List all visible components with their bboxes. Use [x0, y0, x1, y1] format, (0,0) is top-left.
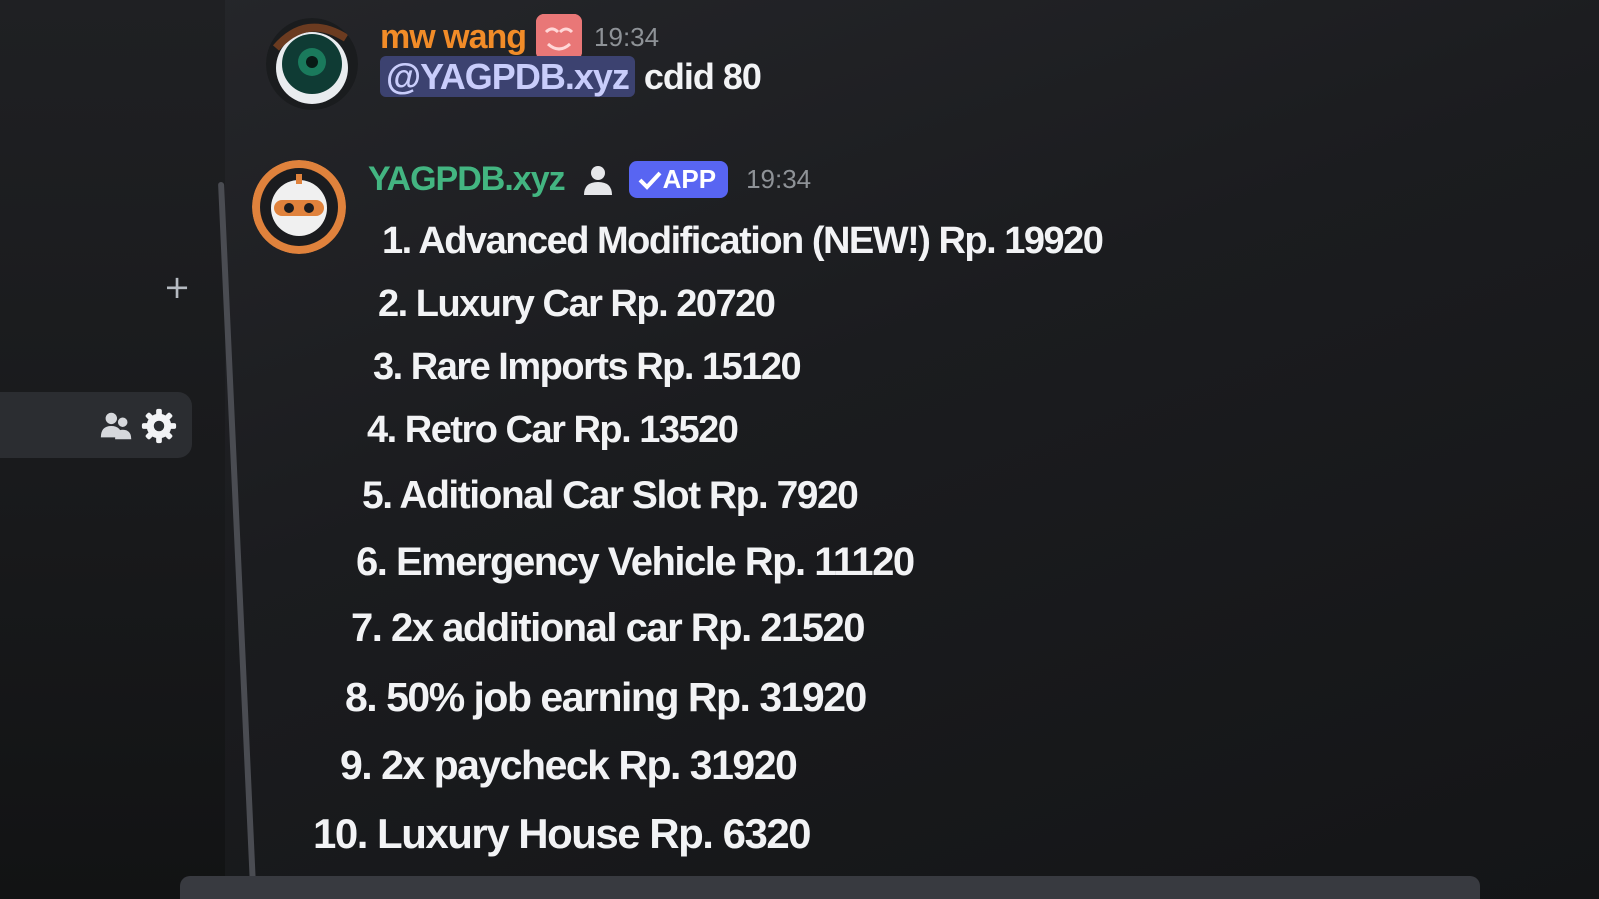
list-item: 10. Luxury House Rp. 6320	[313, 810, 812, 857]
message-input-bar[interactable]	[180, 876, 1480, 899]
timestamp: 19:34	[594, 21, 660, 52]
discord-window: + mw wang 19:34 @YAGPDB.xyz cdid 80 YAGP…	[0, 0, 1599, 899]
app-badge: APP	[628, 161, 729, 198]
message-content: @YAGPDB.xyz cdid 80	[380, 56, 762, 98]
list-item: 4. Retro Car Rp. 13520	[367, 409, 739, 451]
emoji-badge	[536, 14, 583, 60]
list-item: 5. Aditional Car Slot Rp. 7920	[362, 474, 859, 517]
list-item: 7. 2x additional car Rp. 21520	[351, 606, 866, 650]
list-item: 1. Advanced Modification (NEW!) Rp. 1992…	[382, 220, 1104, 262]
message-text: cdid 80	[643, 56, 762, 97]
check-icon	[638, 171, 662, 190]
app-badge-label: APP	[662, 164, 717, 194]
gear-icon[interactable]	[140, 407, 178, 445]
channel-sidebar: +	[0, 0, 257, 899]
message-header: YAGPDB.xyz APP 19:34	[368, 160, 811, 199]
person-icon	[583, 165, 612, 195]
user-mention[interactable]: @YAGPDB.xyz	[380, 56, 635, 97]
user-panel	[0, 392, 192, 458]
list-item: 9. 2x paycheck Rp. 31920	[340, 742, 798, 788]
bot-avatar[interactable]	[252, 160, 346, 254]
add-icon[interactable]: +	[160, 270, 194, 304]
avatar[interactable]	[266, 18, 358, 110]
message-header: mw wang 19:34	[380, 14, 659, 60]
list-item: 8. 50% job earning Rp. 31920	[345, 674, 867, 720]
username[interactable]: mw wang	[380, 18, 527, 57]
timestamp: 19:34	[746, 164, 812, 194]
bot-username[interactable]: YAGPDB.xyz	[368, 160, 566, 199]
list-item: 2. Luxury Car Rp. 20720	[378, 283, 776, 325]
members-icon[interactable]	[98, 407, 136, 445]
list-item: 3. Rare Imports Rp. 15120	[373, 346, 802, 388]
chat-area: mw wang 19:34 @YAGPDB.xyz cdid 80 YAGPDB…	[240, 0, 1599, 899]
list-item: 6. Emergency Vehicle Rp. 11120	[356, 540, 915, 584]
